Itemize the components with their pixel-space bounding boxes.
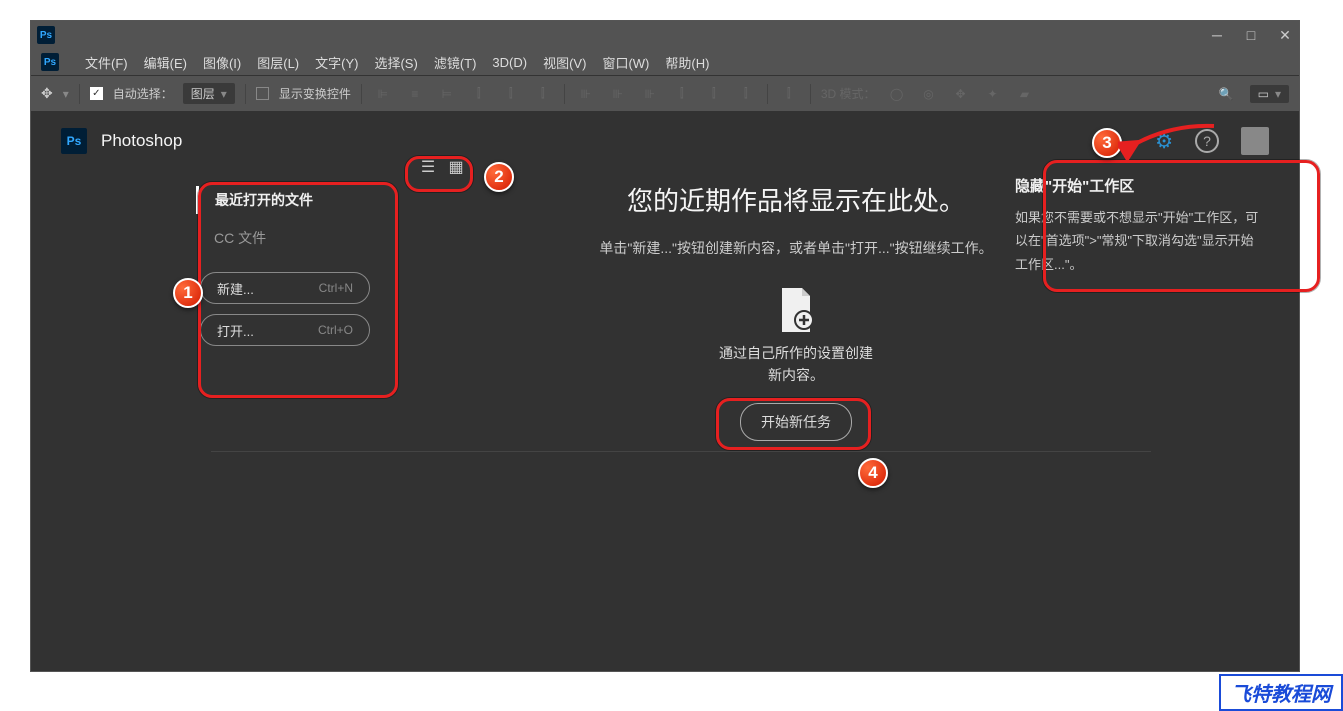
help-icon[interactable]: ? bbox=[1195, 129, 1219, 153]
new-document-icon bbox=[778, 288, 814, 332]
ps-logo-small-icon: Ps bbox=[41, 53, 59, 71]
divider bbox=[79, 84, 80, 104]
menu-edit[interactable]: 编辑(E) bbox=[144, 53, 187, 72]
search-icon[interactable]: 🔍 bbox=[1219, 87, 1234, 101]
watermark: 飞特教程网 bbox=[1219, 674, 1343, 711]
divider bbox=[245, 84, 246, 104]
menubar: Ps 文件(F) 编辑(E) 图像(I) 图层(L) 文字(Y) 选择(S) 滤… bbox=[31, 49, 1299, 75]
distribute-icon: ⫿ bbox=[778, 83, 800, 105]
info-panel: 隐藏"开始"工作区 如果您不需要或不想显示"开始"工作区，可以在"首选项">"常… bbox=[999, 161, 1279, 290]
menu-view[interactable]: 视图(V) bbox=[543, 53, 586, 72]
auto-select-label: 自动选择： bbox=[113, 85, 173, 102]
info-text: 如果您不需要或不想显示"开始"工作区，可以在"首选项">"常规"下取消勾选"显示… bbox=[1015, 206, 1263, 276]
divider bbox=[810, 84, 811, 104]
menu-window[interactable]: 窗口(W) bbox=[602, 53, 649, 72]
app-window: Ps ─ □ ✕ Ps 文件(F) 编辑(E) 图像(I) 图层(L) 文字(Y… bbox=[30, 20, 1300, 672]
open-button[interactable]: 打开...Ctrl+O bbox=[200, 314, 370, 346]
distribute-icon: ⊪ bbox=[575, 83, 597, 105]
distribute-icon: ⊪ bbox=[607, 83, 629, 105]
divider-line bbox=[211, 451, 1151, 452]
list-view-icon[interactable]: ☰ bbox=[415, 156, 441, 178]
grid-view-icon[interactable]: ▦ bbox=[443, 156, 469, 178]
sidebar: 最近打开的文件 CC 文件 新建...Ctrl+N 打开...Ctrl+O bbox=[196, 186, 386, 356]
avatar[interactable] bbox=[1241, 127, 1269, 155]
align-icon: ≡ bbox=[404, 83, 426, 105]
options-bar: ✥ ▾ ✓ 自动选择： 图层▾ 显示变换控件 ⊫ ≡ ⊨ ⫿ ⫿ ⫿ ⊪ ⊪ ⊪… bbox=[31, 75, 1299, 111]
menu-layer[interactable]: 图层(L) bbox=[257, 53, 299, 72]
menu-3d[interactable]: 3D(D) bbox=[492, 55, 527, 70]
new-button[interactable]: 新建...Ctrl+N bbox=[200, 272, 370, 304]
distribute-icon: ⫿ bbox=[735, 83, 757, 105]
app-name: Photoshop bbox=[101, 131, 182, 151]
menu-select[interactable]: 选择(S) bbox=[374, 53, 417, 72]
ps-logo-icon: Ps bbox=[61, 128, 87, 154]
ps-logo-icon: Ps bbox=[37, 26, 55, 44]
desc-line2: 新内容。 bbox=[431, 364, 1161, 386]
align-icon: ⊫ bbox=[372, 83, 394, 105]
divider bbox=[564, 84, 565, 104]
3d-roll-icon: ◎ bbox=[918, 83, 940, 105]
show-transform-label: 显示变换控件 bbox=[279, 85, 351, 102]
align-icon: ⫿ bbox=[532, 83, 554, 105]
info-title: 隐藏"开始"工作区 bbox=[1015, 175, 1263, 196]
move-tool-icon[interactable]: ✥ bbox=[41, 85, 53, 102]
desc-line1: 通过自己所作的设置创建 bbox=[431, 342, 1161, 364]
start-new-button[interactable]: 开始新任务 bbox=[740, 403, 852, 441]
menu-filter[interactable]: 滤镜(T) bbox=[434, 53, 477, 72]
auto-select-dropdown[interactable]: 图层▾ bbox=[183, 83, 235, 104]
sidebar-cc-files[interactable]: CC 文件 bbox=[196, 224, 386, 252]
workspace-dropdown[interactable]: ▭▾ bbox=[1250, 85, 1289, 103]
auto-select-checkbox[interactable]: ✓ bbox=[90, 87, 103, 100]
distribute-icon: ⊪ bbox=[639, 83, 661, 105]
window-controls: ─ □ ✕ bbox=[1209, 27, 1293, 44]
divider bbox=[767, 84, 768, 104]
3d-slide-icon: ✦ bbox=[982, 83, 1004, 105]
distribute-icon: ⫿ bbox=[703, 83, 725, 105]
menu-file[interactable]: 文件(F) bbox=[85, 53, 128, 72]
align-icon: ⊨ bbox=[436, 83, 458, 105]
home-screen: Ps Photoshop ⚙ ? 最近打开的文件 CC 文件 新建...Ctrl… bbox=[31, 111, 1299, 671]
show-transform-checkbox[interactable] bbox=[256, 87, 269, 100]
gear-icon[interactable]: ⚙ bbox=[1155, 129, 1173, 154]
3d-orbit-icon: ◯ bbox=[886, 83, 908, 105]
titlebar: Ps ─ □ ✕ bbox=[31, 21, 1299, 49]
sidebar-recent-files[interactable]: 最近打开的文件 bbox=[196, 186, 386, 214]
align-icon: ⫿ bbox=[500, 83, 522, 105]
3d-pan-icon: ✥ bbox=[950, 83, 972, 105]
3d-mode-label: 3D 模式： bbox=[821, 85, 876, 102]
maximize-button[interactable]: □ bbox=[1243, 27, 1259, 44]
align-icon: ⫿ bbox=[468, 83, 490, 105]
view-toggle: ☰ ▦ bbox=[415, 156, 469, 178]
close-button[interactable]: ✕ bbox=[1277, 27, 1293, 44]
menu-help[interactable]: 帮助(H) bbox=[665, 53, 709, 72]
minimize-button[interactable]: ─ bbox=[1209, 27, 1225, 44]
menu-type[interactable]: 文字(Y) bbox=[315, 53, 358, 72]
3d-camera-icon: ▰ bbox=[1014, 83, 1036, 105]
menu-image[interactable]: 图像(I) bbox=[203, 53, 241, 72]
divider bbox=[361, 84, 362, 104]
distribute-icon: ⫿ bbox=[671, 83, 693, 105]
